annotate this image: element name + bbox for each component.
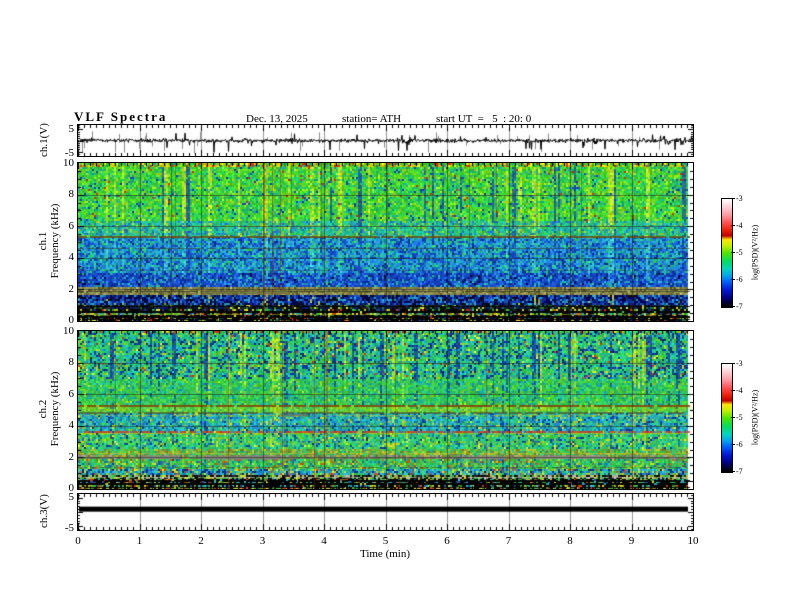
- ch1-spec-ylabel: ch.1 Frequency (kHz): [37, 161, 61, 321]
- ch3-ytick: 5: [68, 491, 75, 503]
- ch1-spec-ylabel-line1: ch.1: [37, 231, 49, 251]
- vlf-spectra-figure: VLF Spectra Dec. 13, 2025 station= ATH s…: [0, 0, 792, 612]
- cb1-tick: -7: [731, 303, 743, 311]
- cb2-tick: -7: [731, 468, 743, 476]
- ch3-waveform-panel: [77, 493, 694, 531]
- spec1-ytick: 6: [68, 220, 75, 232]
- spec2-ytick: 2: [68, 451, 75, 463]
- ch1-wave-ytick: 5: [68, 123, 75, 135]
- spec2-ytick: 10: [63, 325, 74, 337]
- cb1-tick: -4: [731, 222, 743, 230]
- x-tick: 1: [136, 535, 143, 547]
- cb1-axis-label: log(PSD)(V²/Hz): [750, 224, 760, 281]
- x-tick: 8: [567, 535, 573, 547]
- spec1-ytick: 4: [68, 251, 75, 263]
- x-tick: 0: [75, 535, 81, 547]
- x-tick: 2: [198, 535, 204, 547]
- spec1-ytick: 2: [68, 283, 75, 295]
- cb1-tick: -5: [731, 249, 743, 257]
- cb2-tick: -3: [731, 360, 743, 368]
- ch3-ytick: -5: [64, 522, 74, 534]
- cb2-axis-label: log(PSD)(V²/Hz): [750, 389, 760, 446]
- page-title: VLF Spectra: [74, 109, 168, 124]
- cb1-tick: -3: [731, 195, 743, 203]
- ch2-spec-ylabel-line2: Frequency (kHz): [49, 371, 61, 447]
- x-tick: 10: [687, 535, 699, 547]
- x-tick: 7: [505, 535, 512, 547]
- x-tick: 3: [259, 535, 266, 547]
- ch2-spectrogram-canvas: [78, 331, 693, 489]
- ch3-waveform-canvas: [78, 494, 693, 530]
- ch3-wave-ylabel: ch.3(V): [38, 494, 50, 528]
- spec1-ytick: 10: [63, 157, 74, 169]
- cb2-tick: -5: [731, 414, 743, 422]
- ch1-waveform-panel: [77, 124, 694, 157]
- ch1-spec-ylabel-line2: Frequency (kHz): [49, 203, 61, 279]
- cb2-tick: -4: [731, 387, 743, 395]
- spec1-ytick: 8: [68, 188, 75, 200]
- x-tick: 9: [628, 535, 635, 547]
- x-axis-label: Time (min): [359, 548, 411, 560]
- x-tick: 4: [321, 535, 327, 547]
- spec2-ytick: 4: [68, 419, 75, 431]
- ch1-spectrogram-canvas: [78, 163, 693, 321]
- ch1-waveform-canvas: [78, 125, 693, 156]
- ch1-spectrogram-panel: [77, 162, 694, 322]
- x-tick: 6: [444, 535, 450, 547]
- spec2-ytick: 8: [68, 356, 75, 368]
- cb2-tick: -6: [731, 441, 743, 449]
- cb1-tick: -6: [731, 276, 743, 284]
- x-tick: 5: [382, 535, 389, 547]
- ch2-spectrogram-panel: [77, 330, 694, 490]
- spec2-ytick: 6: [68, 388, 75, 400]
